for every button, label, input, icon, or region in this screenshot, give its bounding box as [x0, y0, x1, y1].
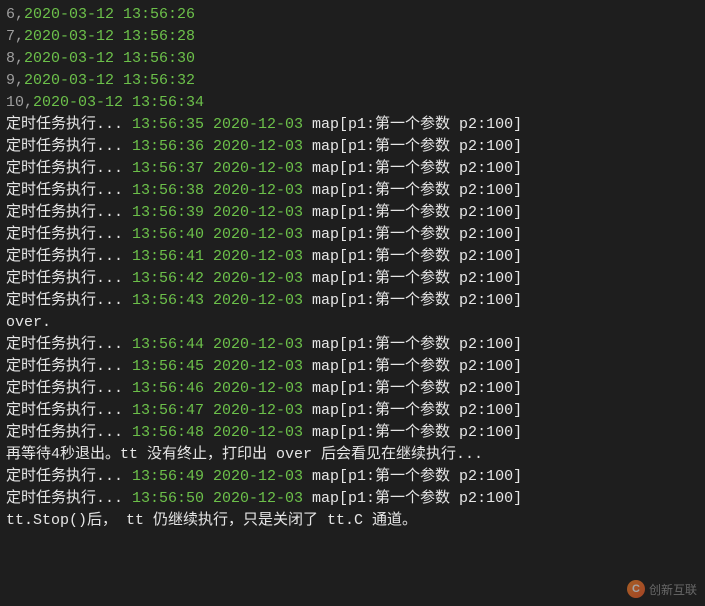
watermark-text: 创新互联	[649, 581, 697, 598]
watermark: C 创新互联	[627, 580, 697, 598]
watermark-logo-icon: C	[627, 580, 645, 598]
terminal-output: 6,2020-03-12 13:56:26 7,2020-03-12 13:56…	[0, 0, 705, 536]
